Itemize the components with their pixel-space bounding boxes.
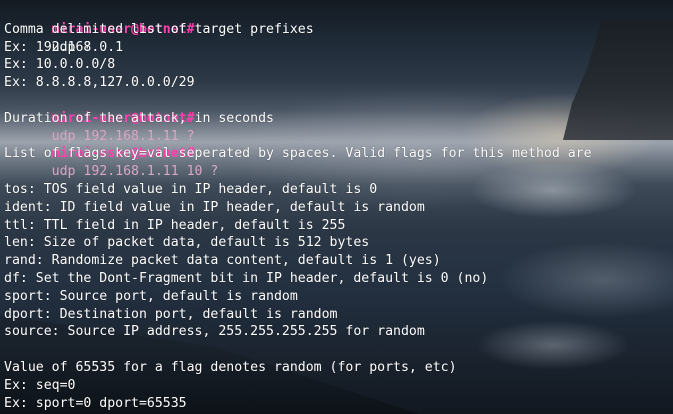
command-line: mirai-user@botnet# udp 192.168.1.11 ? [4,92,673,144]
output-line: Ex: sport=0 dport=65535 [4,395,187,411]
output-line: Ex: seq=0 [4,377,76,393]
terminal-output[interactable]: mirai-user@botnet# udp ? Comma delimited… [4,3,673,412]
output-line: rand: Randomize packet data content, def… [4,253,441,269]
output-line: ttl: TTL field in IP header, default is … [4,217,346,233]
command-text: udp 192.168.1.11 ? [51,128,195,144]
output-line: Comma delimited list of target prefixes [4,21,314,37]
output-line: List of flags key=val seperated by space… [4,146,592,162]
output-line: Ex: 10.0.0.0/8 [4,57,116,73]
output-line: source: Source IP address, 255.255.255.2… [4,324,425,340]
output-line: Duration of the attack, in seconds [4,110,274,126]
output-line: Value of 65535 for a flag denotes random… [4,359,457,375]
output-line: sport: Source port, default is random [4,288,298,304]
output-line: ident: ID field value in IP header, defa… [4,199,425,215]
output-line: tos: TOS field value in IP header, defau… [4,181,378,197]
output-line: len: Size of packet data, default is 512… [4,235,370,251]
output-line: df: Set the Dont-Fragment bit in IP head… [4,270,489,286]
command-text: udp 192.168.1.11 10 ? [51,164,219,180]
output-line: Ex: 8.8.8.8,127.0.0.0/29 [4,75,195,91]
command-line: mirai-user@botnet# udp ? [4,3,673,55]
output-line: Ex: 192.168.0.1 [4,39,124,55]
terminal-window[interactable]: mirai-user@botnet# udp ? Comma delimited… [0,0,673,414]
output-line: dport: Destination port, default is rand… [4,306,338,322]
